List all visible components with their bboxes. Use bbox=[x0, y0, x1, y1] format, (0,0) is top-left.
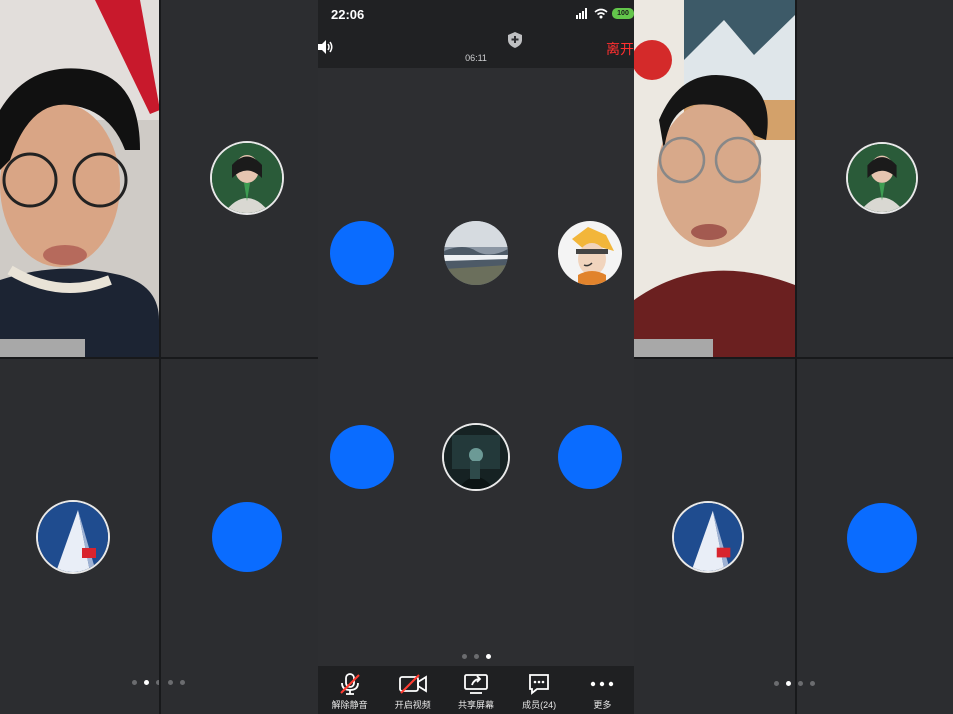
chat-members-icon bbox=[529, 674, 550, 695]
unmute-button[interactable]: 解除静音 bbox=[319, 673, 381, 711]
participant-avatar-default[interactable] bbox=[212, 502, 282, 572]
meeting-top-bar: 06:11 离开 bbox=[318, 30, 634, 68]
members-label: 成员(24) bbox=[522, 700, 557, 710]
more-button[interactable]: 更多 bbox=[571, 673, 633, 711]
participant-avatar-default[interactable] bbox=[558, 425, 622, 489]
more-label: 更多 bbox=[593, 700, 612, 710]
status-time: 22:06 bbox=[331, 7, 365, 22]
video-off-icon bbox=[398, 674, 427, 694]
phone-screen: 22:06 100 06:11 离开 解除静音 开启视频 共享屏幕 成员(24)… bbox=[318, 0, 634, 714]
unmute-label: 解除静音 bbox=[331, 700, 368, 710]
participant-avatar[interactable] bbox=[848, 144, 916, 212]
signal-icon bbox=[576, 8, 587, 19]
participant-video bbox=[0, 0, 159, 357]
video-tile-right-top[interactable] bbox=[634, 0, 795, 357]
participant-name-bar bbox=[634, 339, 713, 357]
meeting-screen: 22:06 100 06:11 离开 解除静音 开启视频 共享屏幕 成员(24)… bbox=[0, 0, 953, 714]
share-screen-button[interactable]: 共享屏幕 bbox=[445, 673, 507, 711]
participant-avatar-default[interactable] bbox=[847, 503, 917, 573]
status-icons: 100 bbox=[576, 8, 634, 19]
participant-avatar[interactable] bbox=[674, 503, 742, 571]
page-indicator-center bbox=[462, 654, 491, 659]
leave-button[interactable]: 离开 bbox=[606, 39, 634, 59]
microphone-muted-icon bbox=[339, 673, 360, 695]
meeting-duration: 06:11 bbox=[465, 53, 487, 63]
participant-avatar-default[interactable] bbox=[330, 221, 394, 285]
participant-avatar[interactable] bbox=[212, 143, 282, 213]
participant-video bbox=[634, 0, 795, 357]
video-tile-left-top[interactable] bbox=[0, 0, 159, 357]
participant-name-bar bbox=[0, 339, 85, 357]
share-screen-icon bbox=[464, 674, 488, 694]
speaker-icon[interactable] bbox=[318, 40, 334, 54]
start-video-label: 开启视频 bbox=[394, 700, 431, 710]
participant-avatar[interactable] bbox=[38, 502, 108, 572]
battery-icon: 100 bbox=[612, 8, 634, 19]
participant-avatar-default[interactable] bbox=[330, 425, 394, 489]
meeting-toolbar: 解除静音 开启视频 共享屏幕 成员(24) 更多 bbox=[318, 666, 634, 714]
participant-avatar[interactable] bbox=[558, 221, 622, 285]
members-button[interactable]: 成员(24) bbox=[508, 673, 570, 711]
more-icon bbox=[591, 681, 614, 687]
participant-avatar[interactable] bbox=[444, 425, 508, 489]
share-screen-label: 共享屏幕 bbox=[457, 700, 494, 710]
shield-icon[interactable] bbox=[508, 32, 522, 48]
participant-avatar[interactable] bbox=[444, 221, 508, 285]
wifi-icon bbox=[594, 8, 608, 19]
start-video-button[interactable]: 开启视频 bbox=[382, 673, 444, 711]
status-bar: 22:06 100 bbox=[318, 0, 634, 30]
grid-divider bbox=[634, 357, 953, 359]
grid-divider bbox=[0, 357, 318, 359]
